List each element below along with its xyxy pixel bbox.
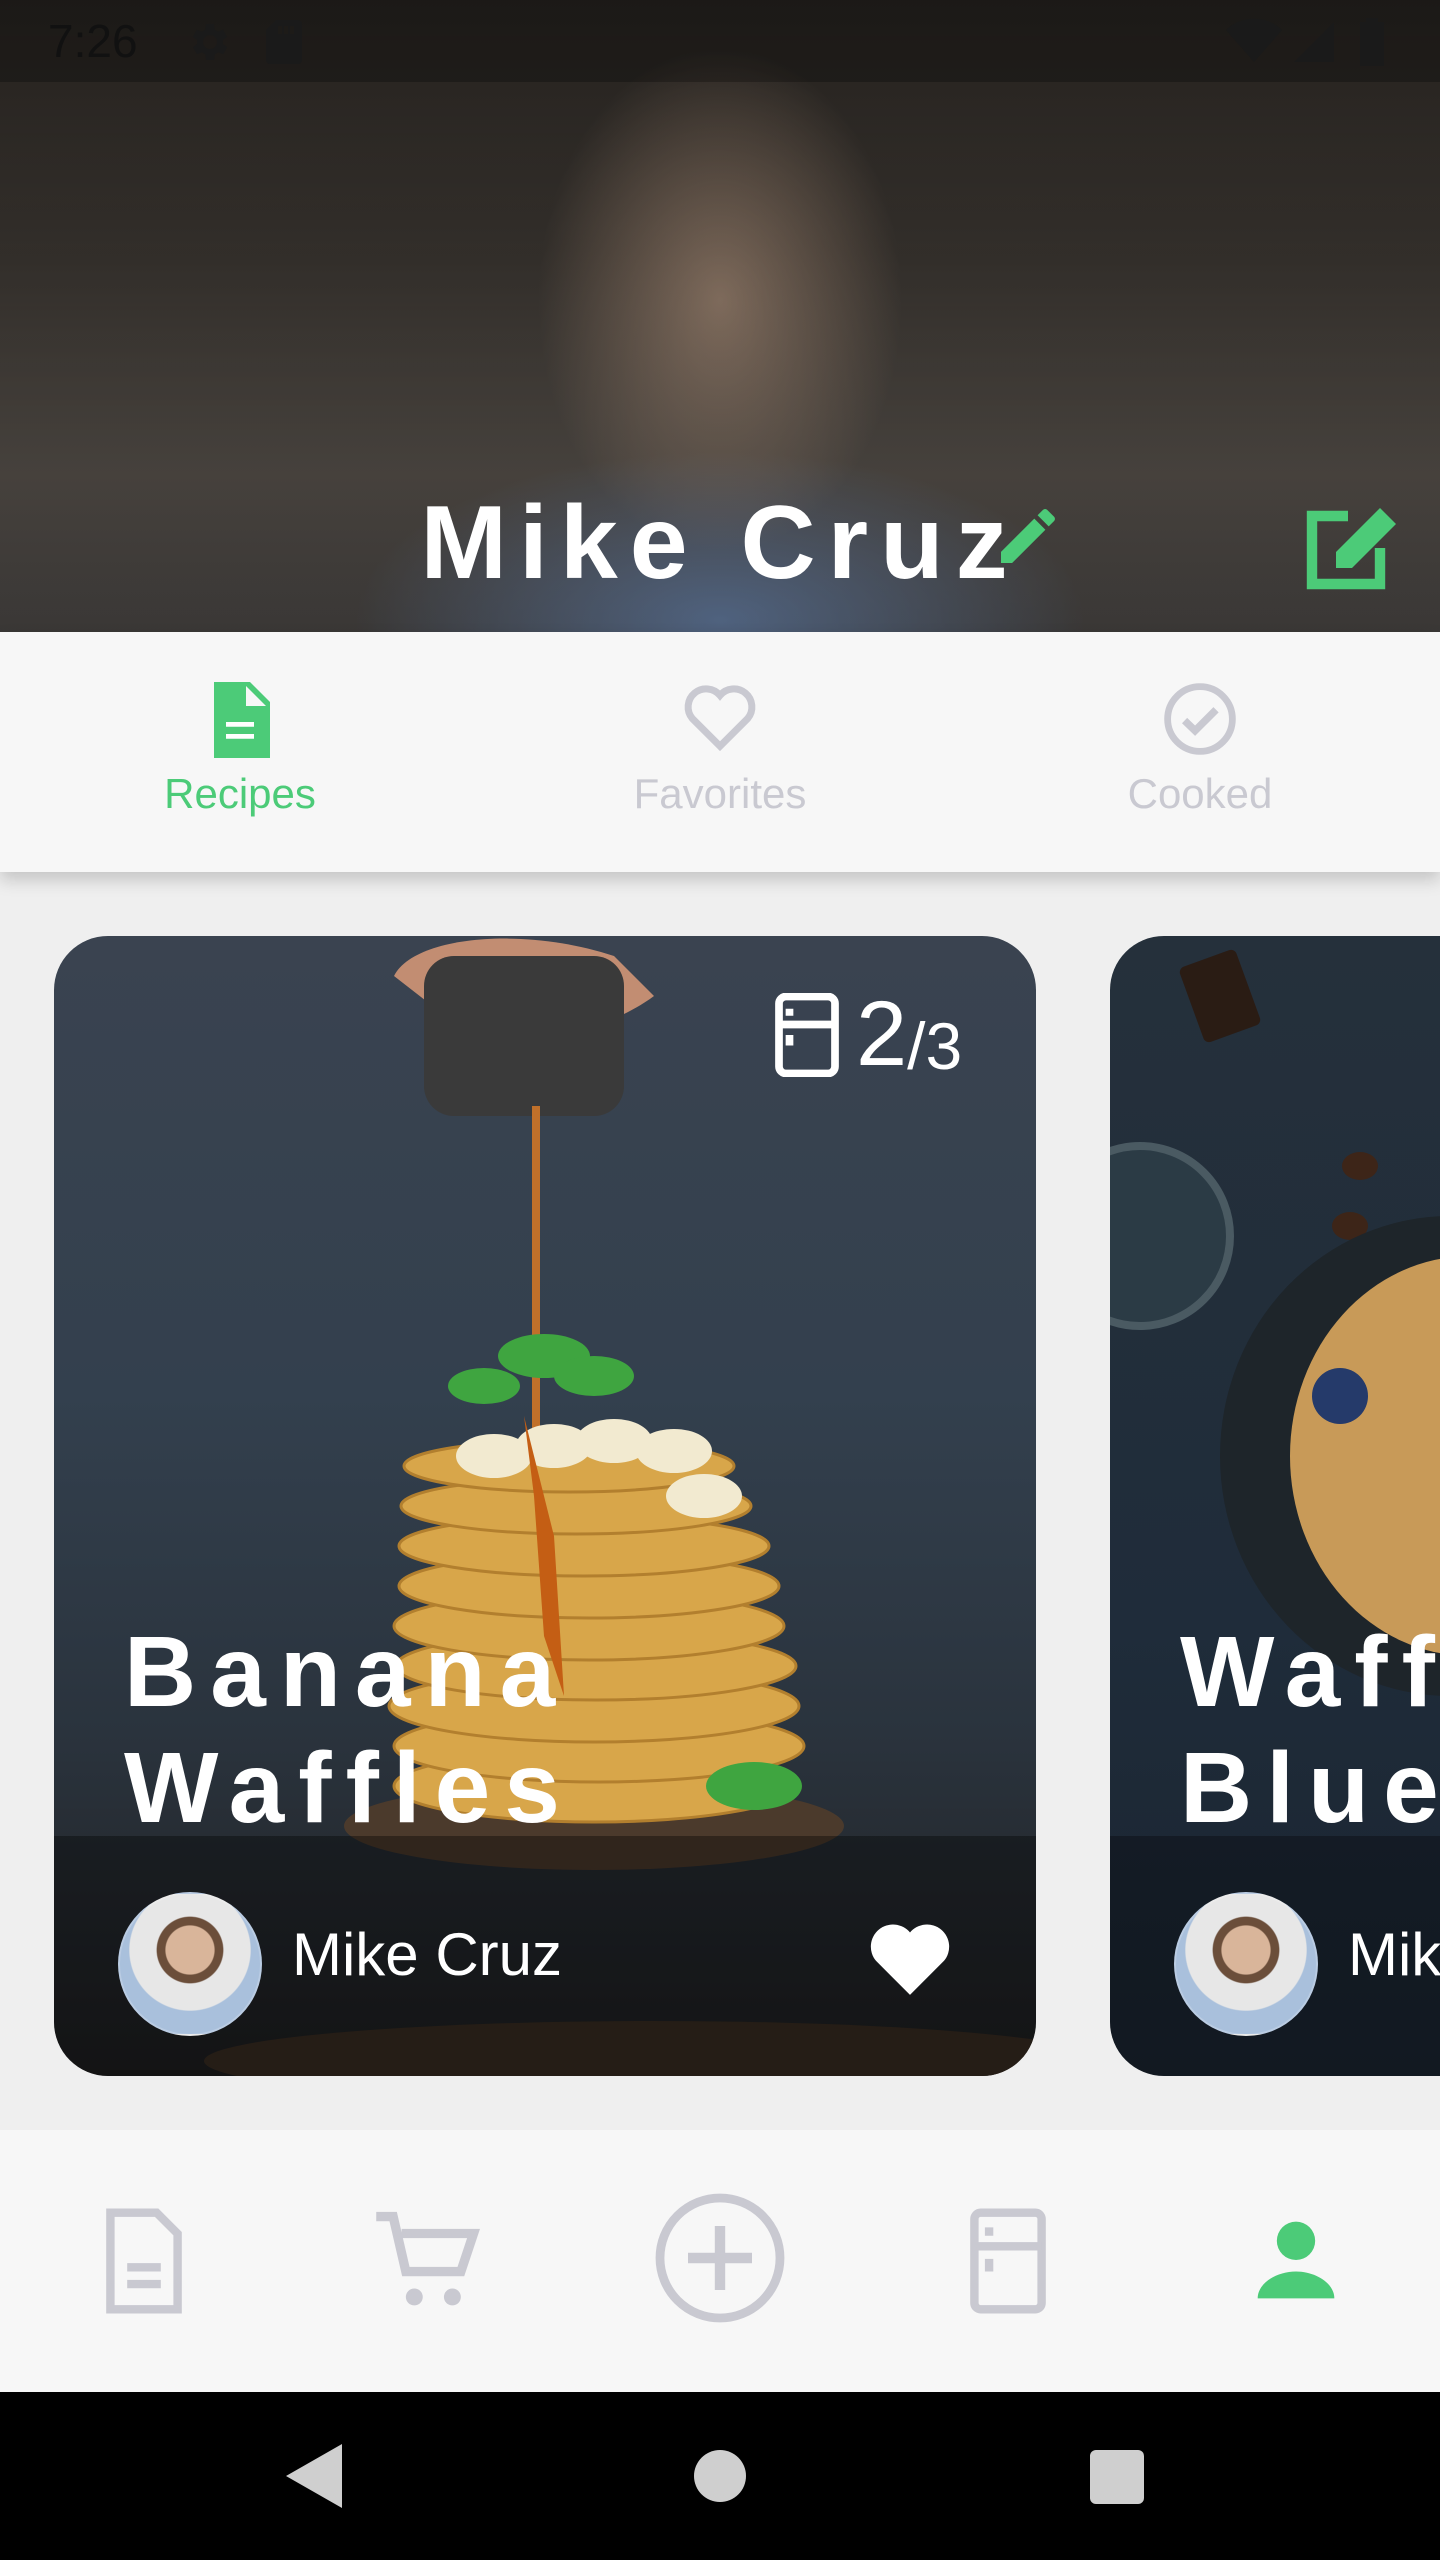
person-icon[interactable] — [1250, 2214, 1342, 2306]
heart-outline-icon — [684, 685, 756, 752]
document-icon[interactable] — [102, 2208, 186, 2314]
fridge-total: /3 — [907, 1008, 963, 1083]
status-bar: 7:26 — [0, 0, 1440, 82]
tab-recipes[interactable]: Recipes — [0, 632, 480, 872]
tab-label: Recipes — [164, 770, 316, 817]
recipe-title-line: Blue — [1180, 1732, 1440, 1844]
bottom-navigation — [0, 2130, 1440, 2392]
recents-icon[interactable] — [1090, 2450, 1144, 2504]
sd-card-icon — [266, 20, 302, 64]
recipe-title-line: Waff — [1180, 1616, 1440, 1728]
tab-favorites[interactable]: Favorites — [480, 632, 960, 872]
profile-name: Mike Cruz — [420, 485, 1020, 601]
system-navigation-bar — [0, 2392, 1440, 2560]
heart-icon[interactable] — [862, 1916, 958, 2002]
recipe-card[interactable]: Waff Blue Mik — [1110, 936, 1440, 2076]
avatar[interactable] — [1174, 1892, 1318, 2036]
fridge-counter: 2/3 — [772, 982, 962, 1087]
document-icon — [214, 682, 270, 758]
fridge-icon[interactable] — [966, 2208, 1050, 2314]
status-time: 7:26 — [48, 15, 138, 67]
battery-icon — [1360, 18, 1384, 66]
fridge-count: 2 — [856, 983, 908, 1085]
tab-cooked[interactable]: Cooked — [960, 632, 1440, 872]
tab-label: Favorites — [633, 770, 807, 817]
author-name[interactable]: Mike Cruz — [292, 1920, 562, 1989]
signal-icon — [1294, 22, 1334, 62]
profile-header: 7:26 Mike Cruz — [0, 0, 1440, 632]
tab-label: Cooked — [1127, 770, 1273, 817]
cart-icon[interactable] — [372, 2208, 482, 2314]
author-name[interactable]: Mik — [1348, 1920, 1440, 1989]
recipe-title-line: Waffles — [124, 1732, 574, 1844]
back-icon[interactable] — [286, 2444, 342, 2508]
pencil-icon[interactable] — [992, 500, 1064, 572]
wifi-icon — [1226, 18, 1282, 63]
recipe-title-line: Banana — [124, 1616, 570, 1728]
recipe-title: Waff Blue — [1180, 1614, 1440, 1846]
avatar[interactable] — [118, 1892, 262, 2036]
settings-icon — [192, 24, 228, 60]
check-circle-icon — [1164, 683, 1236, 755]
recipe-title: Banana Waffles — [124, 1614, 974, 1846]
add-circle-icon[interactable] — [652, 2190, 788, 2326]
fridge-icon — [775, 992, 839, 1077]
home-icon[interactable] — [694, 2450, 746, 2502]
edit-square-icon[interactable] — [1300, 500, 1404, 596]
recipe-card[interactable]: 2/3 Banana Waffles Mike Cruz — [54, 936, 1036, 2076]
profile-tabs: Recipes Favorites Cooked — [0, 632, 1440, 872]
